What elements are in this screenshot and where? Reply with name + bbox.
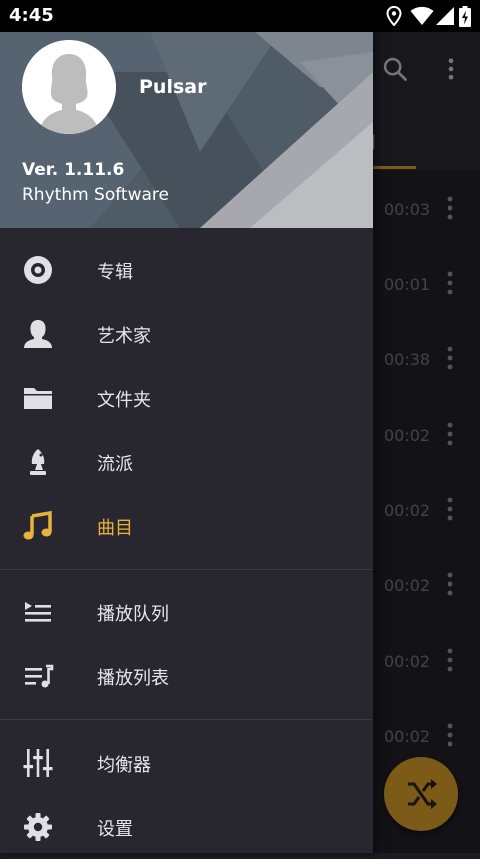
nav-item-settings[interactable]: 设置	[0, 795, 373, 859]
nav-item-albums[interactable]: 专辑	[0, 238, 373, 302]
genre-icon	[30, 449, 46, 475]
nav-item-playlists[interactable]: 播放列表	[0, 644, 373, 708]
music-note-icon	[23, 510, 52, 540]
divider	[0, 719, 373, 720]
nav-item-label: 流派	[97, 454, 133, 475]
playlist-icon	[25, 664, 54, 688]
nav-item-equalizer[interactable]: 均衡器	[0, 731, 373, 795]
status-time: 4:45	[9, 5, 54, 26]
signal-icon	[436, 7, 454, 25]
nav-item-label: 文件夹	[97, 390, 151, 411]
version-label: Ver. 1.11.6	[22, 160, 125, 180]
nav-item-label: 播放队列	[97, 604, 169, 625]
nav-item-label: 专辑	[97, 262, 133, 283]
nav-item-label: 播放列表	[97, 668, 169, 689]
nav-item-label: 设置	[97, 819, 133, 840]
nav-item-folders[interactable]: 文件夹	[0, 366, 373, 430]
user-avatar-icon	[22, 40, 116, 134]
folder-icon	[24, 388, 52, 409]
avatar[interactable]	[22, 40, 116, 134]
nav-item-queue[interactable]: 播放队列	[0, 580, 373, 644]
app-name: Pulsar	[139, 76, 207, 98]
drawer-header: Pulsar Ver. 1.11.6 Rhythm Software	[0, 32, 373, 228]
location-icon	[386, 6, 402, 26]
nav-item-label: 均衡器	[97, 755, 151, 776]
company-label: Rhythm Software	[22, 185, 169, 205]
nav-item-label: 艺术家	[97, 326, 151, 347]
artist-icon	[24, 320, 52, 348]
divider	[0, 569, 373, 570]
status-bar: 4:45	[0, 0, 480, 32]
nav-item-artists[interactable]: 艺术家	[0, 302, 373, 366]
queue-icon	[25, 602, 51, 622]
battery-charging-icon	[459, 6, 471, 27]
navigation-drawer: Pulsar Ver. 1.11.6 Rhythm Software 专辑 艺术…	[0, 32, 373, 853]
nav-item-label: 曲目	[97, 518, 133, 539]
wifi-icon	[410, 6, 434, 25]
album-icon	[24, 256, 52, 284]
nav-item-genres[interactable]: 流派	[0, 430, 373, 494]
settings-icon	[24, 813, 52, 841]
nav-item-songs[interactable]: 曲目	[0, 494, 373, 558]
equalizer-icon	[23, 749, 53, 777]
